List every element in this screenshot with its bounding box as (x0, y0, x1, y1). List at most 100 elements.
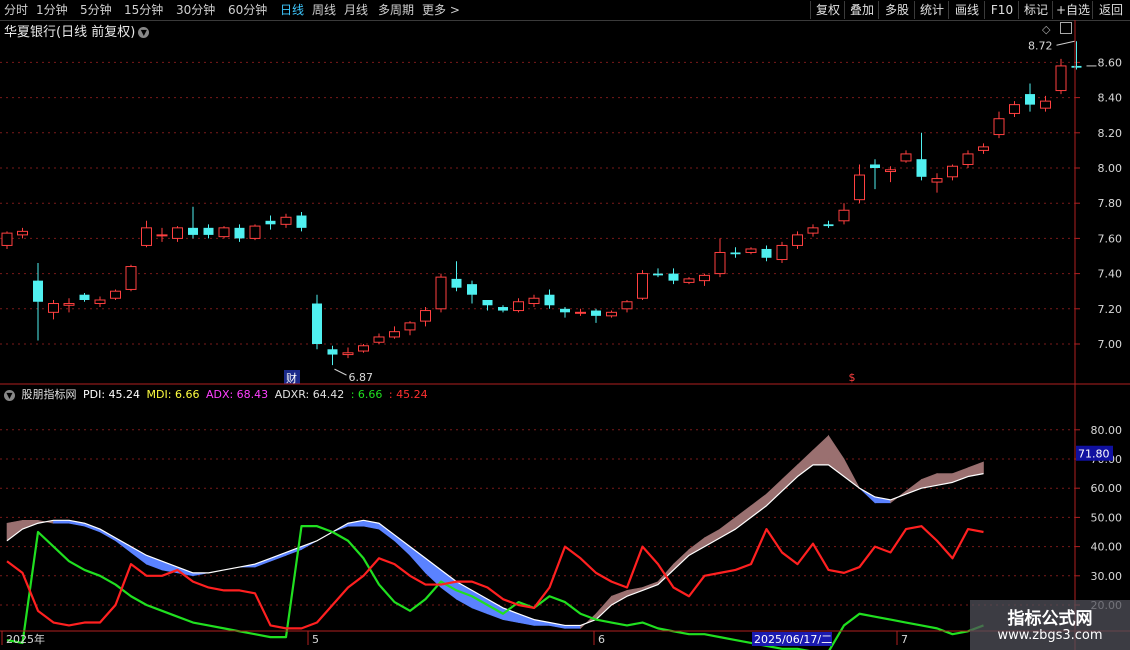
adx-line (6, 464, 984, 627)
adx-cloud-segment (332, 522, 349, 533)
add-watchlist-button[interactable]: +自选 (1052, 1, 1093, 19)
mark-button[interactable]: 标记 (1018, 1, 1053, 19)
tab-1min[interactable]: 1分钟 (36, 2, 68, 18)
f10-button[interactable]: F10 (984, 1, 1019, 19)
diamond-icon[interactable]: ◇ (1042, 23, 1050, 36)
adx-cloud-segment (301, 540, 318, 551)
fuquan-button[interactable]: 复权 (810, 1, 845, 19)
tab-fenshi[interactable]: 分时 (4, 2, 28, 18)
cursor-date-label: 2025/06/17/二 (754, 633, 832, 646)
indicator-tick-label: 30.00 (1091, 570, 1123, 583)
adx-cloud-segment (22, 520, 39, 530)
multi-stock-button[interactable]: 多股 (878, 1, 915, 19)
candle-body (776, 244, 788, 261)
candle-body (947, 165, 958, 178)
adx-cloud-segment (657, 563, 674, 586)
tab-monthly[interactable]: 月线 (344, 2, 368, 18)
adx-cloud-segment (208, 569, 225, 574)
cursor-date-box (752, 632, 832, 646)
adx-cloud-segment (735, 505, 752, 530)
overlay-button[interactable]: 叠加 (844, 1, 879, 19)
candle-body (993, 118, 1005, 136)
adx-cloud-segment (626, 587, 643, 597)
candle-body (451, 278, 462, 288)
tab-30min[interactable]: 30分钟 (176, 2, 215, 18)
mdi-label: MDI: 6.66 (146, 388, 200, 401)
chevron-down-icon[interactable]: ▼ (4, 389, 15, 401)
tab-weekly[interactable]: 周线 (312, 2, 336, 18)
adx-cloud-segment (859, 487, 876, 504)
adx-cloud-segment (115, 537, 132, 554)
adx-cloud-segment (564, 625, 581, 629)
pdi-line (6, 525, 984, 630)
candle-body (807, 227, 819, 234)
adx-cloud-segment (161, 560, 178, 574)
candle-body (373, 336, 385, 343)
adx-cloud-segment (6, 519, 23, 542)
price-tick-label: 8.00 (1098, 162, 1123, 175)
adx-cloud-segment (456, 581, 473, 609)
adx-cloud-segment (239, 563, 256, 568)
candle-body (467, 284, 477, 295)
tab-5min[interactable]: 5分钟 (80, 2, 112, 18)
stats-button[interactable]: 统计 (914, 1, 949, 19)
pdi-value: : 45.24 (388, 388, 428, 401)
candle-body (94, 299, 106, 305)
candle-body (33, 280, 43, 302)
watermark: 指标公式网 www.zbgs3.com (970, 600, 1130, 650)
adx-cloud-segment (874, 496, 891, 504)
adx-cloud-segment (642, 581, 659, 591)
candle-body (1, 232, 13, 246)
price-tick-label: 7.00 (1098, 338, 1123, 351)
adx-cloud-segment (502, 607, 519, 623)
candle-body (683, 278, 695, 283)
candle-body (870, 164, 880, 168)
candle-body (125, 266, 137, 290)
candle-body (234, 227, 245, 239)
back-button[interactable]: 返回 (1092, 1, 1129, 19)
adx-cloud-segment (921, 473, 938, 489)
price-tick-label: 7.40 (1098, 268, 1123, 281)
candle-body (17, 230, 28, 236)
candle-body (621, 301, 633, 310)
candle-body (668, 273, 679, 281)
candle-body (730, 252, 741, 255)
tab-60min[interactable]: 60分钟 (228, 2, 267, 18)
adx-cloud-segment (254, 557, 271, 568)
chevron-down-icon[interactable]: ▼ (138, 27, 150, 38)
tab-daily[interactable]: 日线 (280, 2, 304, 18)
candle-body (838, 209, 850, 222)
candle-body (606, 311, 617, 317)
tab-multi-period[interactable]: 多周期 (378, 2, 414, 18)
adx-cloud-segment (192, 572, 209, 577)
adx-cloud-segment (270, 552, 287, 562)
high-pointer (1056, 40, 1075, 46)
adx-cloud-segment (223, 566, 240, 571)
adx-cloud-segment (533, 619, 550, 626)
candle-body (404, 322, 416, 331)
indicator-name[interactable]: 股朋指标网 (22, 388, 77, 401)
adx-cloud-segment (936, 473, 953, 486)
draw-line-button[interactable]: 画线 (948, 1, 985, 19)
tab-15min[interactable]: 15分钟 (124, 2, 163, 18)
adx-cloud-segment (285, 546, 302, 556)
window-icon[interactable] (1060, 22, 1072, 34)
adx-cloud-segment (750, 493, 767, 519)
chart-area[interactable]: 8.60 8.40 8.20 8.00 7.80 7.60 7.40 7.20 7.00 80.0… (0, 0, 1130, 650)
candle-body (575, 311, 586, 314)
dollar-marker: $ (849, 371, 856, 384)
candle-body (978, 146, 989, 151)
stock-title-text: 华夏银行(日线 前复权) (4, 25, 136, 40)
candle-body (1071, 65, 1082, 68)
tab-more[interactable]: 更多 > (422, 2, 460, 18)
cursor-value-label: 71.80 (1078, 448, 1110, 461)
cai-marker: 财 (286, 371, 297, 385)
candle-body (482, 300, 493, 306)
adx-cloud-segment (363, 519, 380, 530)
adx-cloud-segment (440, 569, 457, 600)
adx-cloud-segment (425, 557, 442, 589)
stock-title[interactable]: 华夏银行(日线 前复权) ▼ (4, 21, 150, 40)
cai-marker-box (284, 370, 300, 384)
adx-cloud-segment (84, 522, 101, 533)
candle-body (110, 290, 121, 299)
